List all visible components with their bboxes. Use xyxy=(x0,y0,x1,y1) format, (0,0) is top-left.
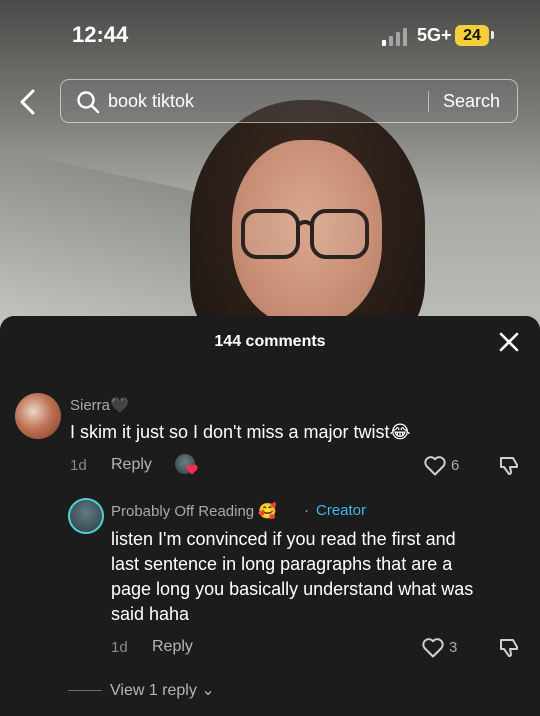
view-replies-label: View 1 reply xyxy=(110,682,197,699)
battery-tip xyxy=(491,31,494,39)
reply-text-line: page long you basically understand what … xyxy=(111,579,474,599)
clock: 12:44 xyxy=(72,22,129,47)
dislike-icon[interactable] xyxy=(498,454,520,476)
comment-username[interactable]: Sierra🖤 xyxy=(70,396,129,414)
dislike-icon[interactable] xyxy=(498,636,520,658)
comment-text: I skim it just so I don't miss a major t… xyxy=(70,422,411,442)
view-replies-line xyxy=(68,690,102,691)
close-icon[interactable] xyxy=(498,331,520,353)
like-heart-icon[interactable] xyxy=(422,638,444,658)
search-button[interactable]: Search xyxy=(443,91,500,112)
chevron-down-icon: ⌄ xyxy=(201,682,215,699)
reply-text-line: last sentence in long paragraphs that ar… xyxy=(111,554,453,574)
reply-text-line: listen I'm convinced if you read the fir… xyxy=(111,529,456,549)
view-replies-button[interactable]: View 1 reply ⌄ xyxy=(110,680,215,700)
search-icon xyxy=(77,91,100,114)
battery-icon: 24 xyxy=(455,25,489,46)
creator-avatar[interactable] xyxy=(68,498,104,534)
search-divider xyxy=(428,91,429,112)
like-count: 3 xyxy=(449,639,458,656)
creator-separator: · xyxy=(304,502,309,519)
back-arrow-icon[interactable] xyxy=(16,88,40,116)
reply-button[interactable]: Reply xyxy=(111,456,152,474)
comment-age: 1d xyxy=(70,457,87,474)
status-bar: 12:44 5G+ 24 xyxy=(0,0,540,70)
reply-age: 1d xyxy=(111,639,128,656)
comments-count: 144 comments xyxy=(214,333,326,350)
like-count: 6 xyxy=(451,457,460,474)
search-input[interactable]: book tiktok Search xyxy=(60,79,518,123)
reply-username[interactable]: Probably Off Reading 🥰 xyxy=(111,502,277,520)
signal-icon xyxy=(382,28,407,46)
reply-button[interactable]: Reply xyxy=(152,638,193,656)
avatar[interactable] xyxy=(15,393,61,439)
comments-sheet: 144 comments Sierra🖤 I skim it just so I… xyxy=(0,316,540,716)
like-heart-icon[interactable] xyxy=(424,456,446,476)
heart-icon xyxy=(186,464,198,475)
reply-text-line: said haha xyxy=(111,604,190,624)
glasses-shape xyxy=(241,209,369,259)
creator-badge: Creator xyxy=(316,502,367,519)
search-query: book tiktok xyxy=(108,91,195,111)
network-type: 5G+ xyxy=(417,25,452,45)
